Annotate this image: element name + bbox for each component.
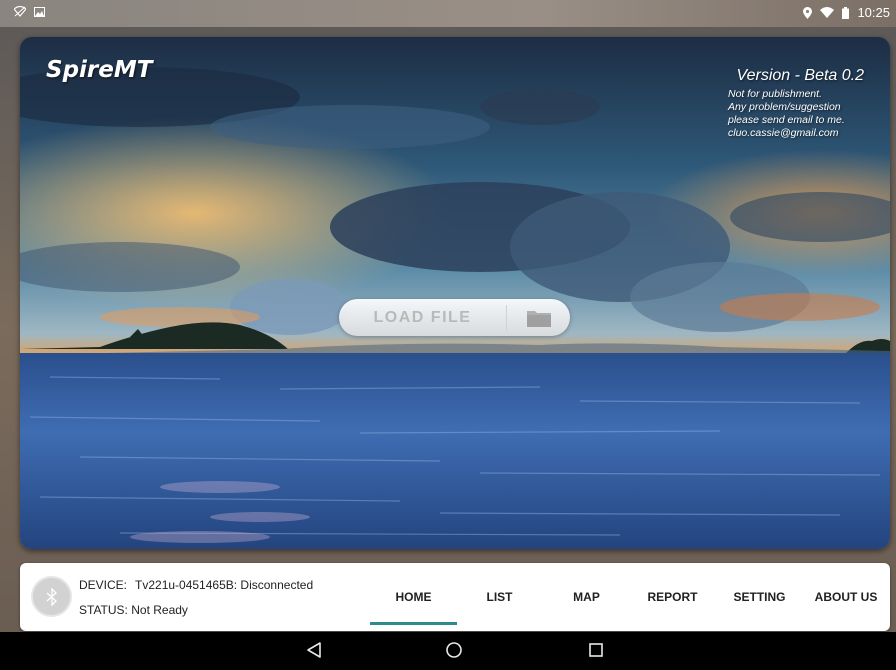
battery-icon [842,6,850,19]
bluetooth-icon [46,587,57,606]
folder-button[interactable] [507,299,570,336]
tab-list[interactable]: LIST [457,563,542,631]
bluetooth-button[interactable] [31,576,72,617]
device-status: STATUS: Not Ready [79,603,188,617]
wifi-icon [820,7,835,18]
status-bar: 10:25 [0,0,896,27]
tab-map[interactable]: MAP [542,563,631,631]
recents-button[interactable] [588,641,604,664]
tab-report[interactable]: REPORT [631,563,714,631]
back-button[interactable] [306,641,322,664]
version-title: Version - Beta 0.2 [736,67,864,84]
tab-about-us[interactable]: ABOUT US [805,563,887,631]
status-bar-right: 10:25 [803,5,890,20]
home-button[interactable] [445,641,463,664]
load-file-control: LOAD FILE [339,299,570,336]
note-line: Any problem/suggestion [728,101,841,113]
contact-email: cluo.cassie@gmail.com [728,127,839,139]
home-icon [446,642,462,658]
recents-icon [589,643,603,657]
device-label: DEVICE: [79,578,128,592]
note-line: please send email to me. [728,114,845,126]
app-title: SpireMT [46,57,153,83]
photo-icon [34,6,45,17]
system-nav-bar [0,632,896,670]
bottom-panel: DEVICE: Tv221u-0451465B: Disconnected STA… [20,563,890,631]
device-info: DEVICE: Tv221u-0451465B: Disconnected [79,578,313,592]
location-icon [803,6,813,19]
tab-home[interactable]: HOME [370,563,457,631]
tab-setting[interactable]: SETTING [714,563,805,631]
active-tab-indicator [370,622,457,625]
status-time: 10:25 [857,5,890,20]
note-line: Not for publishment. [728,88,822,100]
version-info: Version - Beta 0.2 Not for publishment. … [664,67,864,140]
back-icon [307,642,321,658]
wifi-off-icon [14,6,26,17]
folder-icon [526,310,551,327]
hero-banner: SpireMT Version - Beta 0.2 Not for publi… [20,37,890,549]
load-file-button[interactable]: LOAD FILE [339,309,506,327]
device-value: Tv221u-0451465B: Disconnected [135,578,314,592]
status-bar-left [14,6,45,17]
